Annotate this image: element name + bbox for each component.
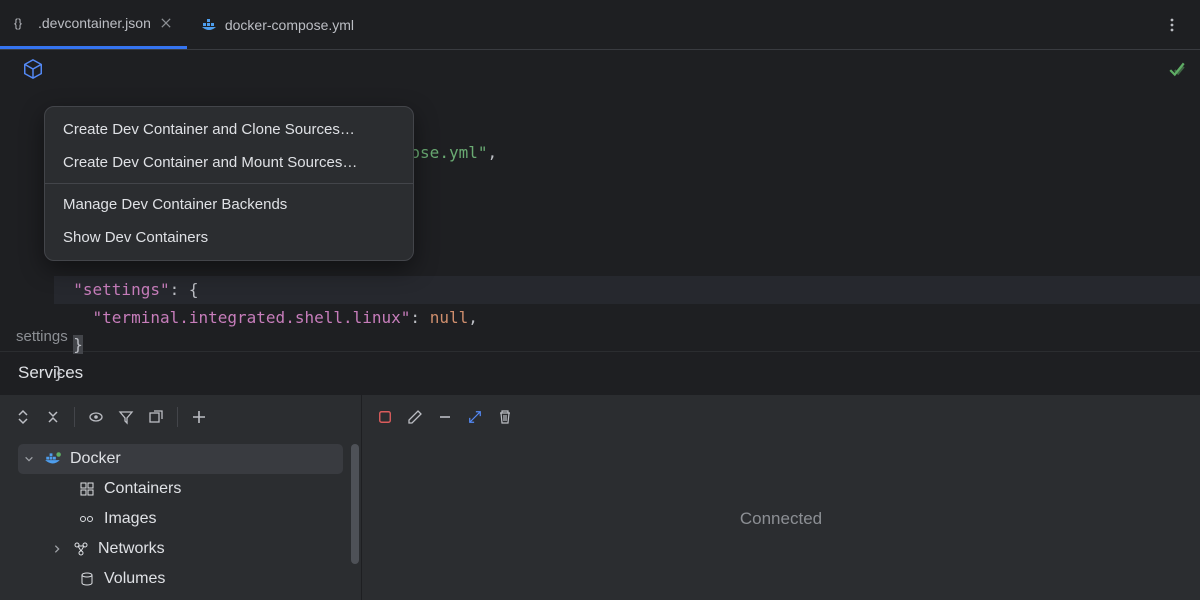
code-token: } [73,335,83,354]
tree-node-label: Docker [70,450,121,468]
connection-status: Connected [740,509,822,529]
menu-item-create-mount[interactable]: Create Dev Container and Mount Sources… [45,146,413,179]
images-icon [78,510,96,528]
tree-node-images[interactable]: Images [18,504,343,534]
close-icon[interactable] [159,16,173,30]
expand-all-icon[interactable] [10,404,36,430]
docker-icon [44,450,62,468]
services-tree[interactable]: Docker Containers Images Networks [0,438,362,600]
tree-node-label: Volumes [104,570,165,588]
editor[interactable]: { ompose.yml", ", "settings": { "termina… [0,50,1200,322]
code-token: : [410,308,429,327]
tab-label: docker-compose.yml [225,17,354,33]
menu-item-create-clone[interactable]: Create Dev Container and Clone Sources… [45,113,413,146]
tree-node-networks[interactable]: Networks [18,534,343,564]
code-token: : { [170,280,199,299]
services-body: Docker Containers Images Networks [0,438,1200,600]
chevron-right-icon[interactable] [50,542,64,556]
code-token: } [54,363,64,382]
more-actions-icon[interactable] [1162,15,1182,35]
tree-node-label: Containers [104,480,181,498]
menu-item-show-containers[interactable]: Show Dev Containers [45,221,413,254]
tab-devcontainer[interactable]: {} .devcontainer.json [0,0,187,49]
volumes-icon [78,570,96,588]
tree-node-docker[interactable]: Docker [18,444,343,474]
svg-text:{}: {} [14,16,22,30]
problems-ok-icon[interactable] [1168,60,1186,78]
tree-node-containers[interactable]: Containers [18,474,343,504]
code-token: , [487,143,497,162]
code-token: "terminal.integrated.shell.linux" [93,308,411,327]
menu-separator [45,183,413,184]
docker-file-icon [201,17,217,33]
tab-docker-compose[interactable]: docker-compose.yml [187,0,368,49]
tree-scrollbar[interactable] [351,444,359,564]
tab-label: .devcontainer.json [38,15,151,31]
devcontainer-context-menu: Create Dev Container and Clone Sources… … [44,106,414,261]
tree-node-volumes[interactable]: Volumes [18,564,343,594]
containers-icon [78,480,96,498]
networks-icon [72,540,90,558]
services-detail-pane: Connected [362,438,1200,600]
tree-node-label: Networks [98,540,165,558]
code-token: , [468,308,478,327]
tab-bar: {} .devcontainer.json docker-compose.yml [0,0,1200,50]
chevron-down-icon[interactable] [22,452,36,466]
code-token: "settings" [73,280,169,299]
code-token: null [430,308,469,327]
json-file-icon: {} [14,15,30,31]
devcontainer-gutter-icon[interactable] [22,58,44,80]
menu-item-manage-backends[interactable]: Manage Dev Container Backends [45,188,413,221]
tree-node-label: Images [104,510,156,528]
